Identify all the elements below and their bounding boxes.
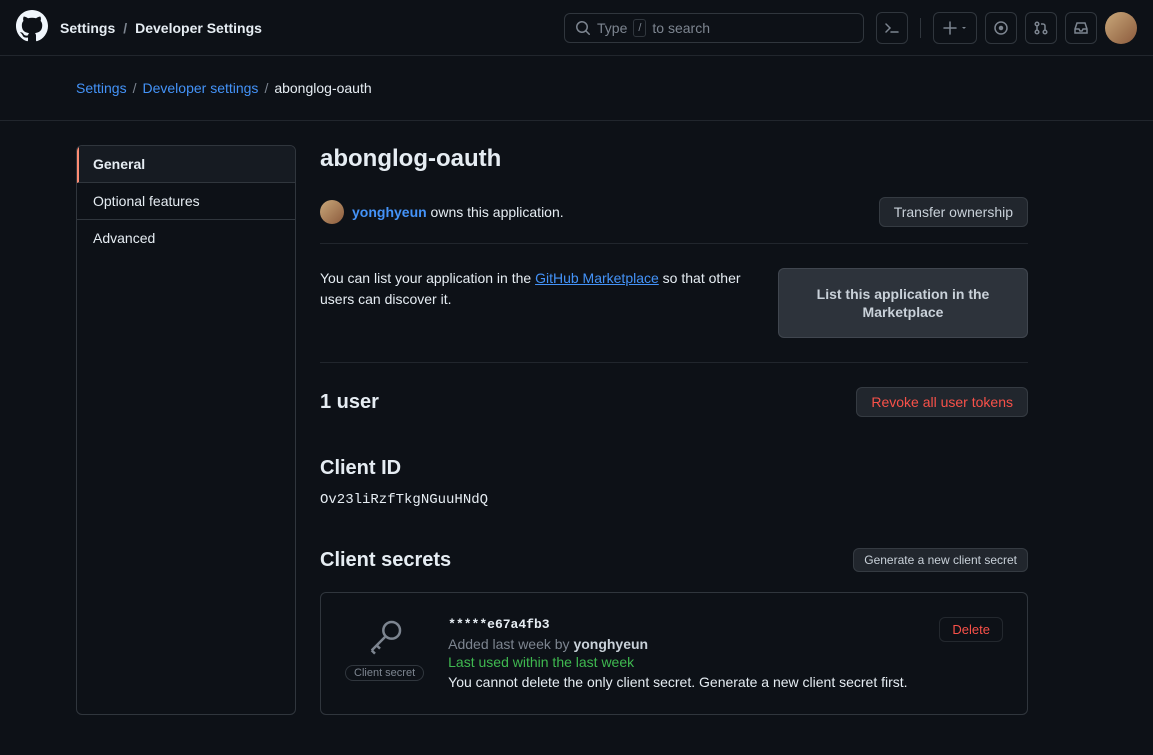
- owner-avatar[interactable]: [320, 200, 344, 224]
- key-icon: [365, 617, 405, 657]
- search-input[interactable]: Type / to search: [564, 13, 864, 43]
- divider: [920, 18, 921, 38]
- app-title: abonglog-oauth: [320, 145, 1028, 173]
- inbox-icon[interactable]: [1065, 12, 1097, 44]
- client-secrets-heading: Client secrets: [320, 549, 451, 572]
- marketplace-link[interactable]: GitHub Marketplace: [535, 270, 659, 286]
- separator: /: [133, 80, 137, 96]
- secrets-header: Client secrets Generate a new client sec…: [320, 548, 1028, 572]
- search-placeholder-pre: Type: [597, 20, 627, 36]
- secret-last-used: Last used within the last week: [448, 654, 915, 670]
- owner-text: yonghyeun owns this application.: [352, 204, 564, 220]
- header-actions: [876, 12, 1137, 44]
- list-marketplace-button[interactable]: List this application in the Marketplace: [778, 268, 1028, 338]
- client-id-heading: Client ID: [320, 457, 1028, 480]
- issues-icon[interactable]: [985, 12, 1017, 44]
- breadcrumbs: Settings / Developer settings / abonglog…: [0, 56, 1153, 121]
- sidenav: General Optional features Advanced: [76, 145, 296, 715]
- breadcrumb-developer-settings[interactable]: Developer settings: [142, 80, 258, 96]
- global-header: Settings / Developer Settings Type / to …: [0, 0, 1153, 56]
- secret-added-pre: Added last week by: [448, 636, 573, 652]
- search-placeholder-post: to search: [652, 20, 710, 36]
- client-id-value: Ov23liRzfTkgNGuuHNdQ: [320, 492, 1028, 508]
- owner-link[interactable]: yonghyeun: [352, 204, 427, 220]
- marketplace-row: You can list your application in the Git…: [320, 268, 1028, 363]
- owner-suffix: owns this application.: [427, 204, 564, 220]
- transfer-ownership-button[interactable]: Transfer ownership: [879, 197, 1028, 227]
- marketplace-text-pre: You can list your application in the: [320, 270, 535, 286]
- header-title-secondary[interactable]: Developer Settings: [135, 20, 262, 36]
- users-count: 1 user: [320, 391, 379, 414]
- owner-row: yonghyeun owns this application. Transfe…: [320, 197, 1028, 244]
- main-container: General Optional features Advanced abong…: [0, 121, 1153, 755]
- header-title: Settings / Developer Settings: [60, 20, 262, 36]
- revoke-tokens-button[interactable]: Revoke all user tokens: [856, 387, 1028, 417]
- main-content: abonglog-oauth yonghyeun owns this appli…: [320, 145, 1060, 715]
- secret-added-by: yonghyeun: [573, 636, 648, 652]
- create-new-button[interactable]: [933, 12, 977, 44]
- sidenav-item-optional-features[interactable]: Optional features: [77, 183, 295, 220]
- github-logo-icon[interactable]: [16, 10, 48, 45]
- secret-icon-wrap: Client secret: [345, 617, 424, 681]
- sidenav-item-general[interactable]: General: [77, 146, 295, 183]
- command-palette-icon[interactable]: [876, 12, 908, 44]
- delete-secret-button[interactable]: Delete: [939, 617, 1003, 642]
- generate-secret-button[interactable]: Generate a new client secret: [853, 548, 1028, 572]
- secret-hash: *****e67a4fb3: [448, 617, 915, 632]
- separator: /: [123, 20, 127, 36]
- secret-body: *****e67a4fb3 Added last week by yonghye…: [448, 617, 915, 690]
- owner-info: yonghyeun owns this application.: [320, 200, 564, 224]
- users-row: 1 user Revoke all user tokens: [320, 387, 1028, 417]
- secret-box: Client secret *****e67a4fb3 Added last w…: [320, 592, 1028, 715]
- secret-added: Added last week by yonghyeun: [448, 636, 915, 652]
- separator: /: [264, 80, 268, 96]
- secret-badge: Client secret: [345, 665, 424, 681]
- breadcrumb-current: abonglog-oauth: [274, 80, 371, 96]
- breadcrumb-settings[interactable]: Settings: [76, 80, 127, 96]
- pull-requests-icon[interactable]: [1025, 12, 1057, 44]
- marketplace-text: You can list your application in the Git…: [320, 268, 762, 310]
- user-avatar[interactable]: [1105, 12, 1137, 44]
- search-kbd: /: [633, 19, 646, 37]
- header-title-primary[interactable]: Settings: [60, 20, 115, 36]
- sidenav-item-advanced[interactable]: Advanced: [77, 220, 295, 256]
